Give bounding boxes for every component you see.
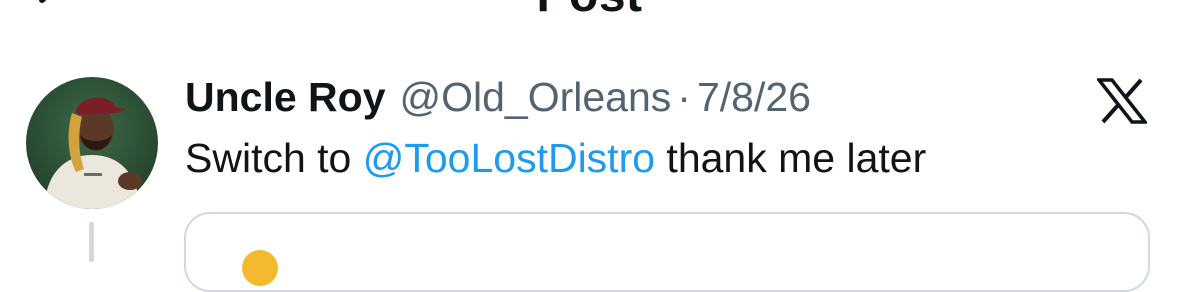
page-title: Post [0, 0, 1179, 20]
separator-dot: · [677, 74, 691, 120]
author-display-name[interactable]: Uncle Roy [185, 74, 386, 121]
thread-line [89, 222, 94, 262]
post-text-after: thank me later [655, 135, 927, 181]
mention-link[interactable]: @TooLostDistro [363, 135, 655, 181]
avatar[interactable] [26, 77, 158, 209]
quoted-post-card[interactable] [184, 212, 1150, 292]
post-text-before: Switch to [185, 135, 363, 181]
quoted-avatar [242, 250, 278, 286]
post-header: Uncle Roy @Old_Orleans · 7/8/26 [185, 74, 811, 124]
post-text: Switch to @TooLostDistro thank me later [185, 134, 926, 182]
x-logo-icon[interactable] [1095, 78, 1149, 124]
post-date[interactable]: 7/8/26 [697, 74, 811, 121]
author-handle[interactable]: @Old_Orleans [400, 74, 672, 121]
